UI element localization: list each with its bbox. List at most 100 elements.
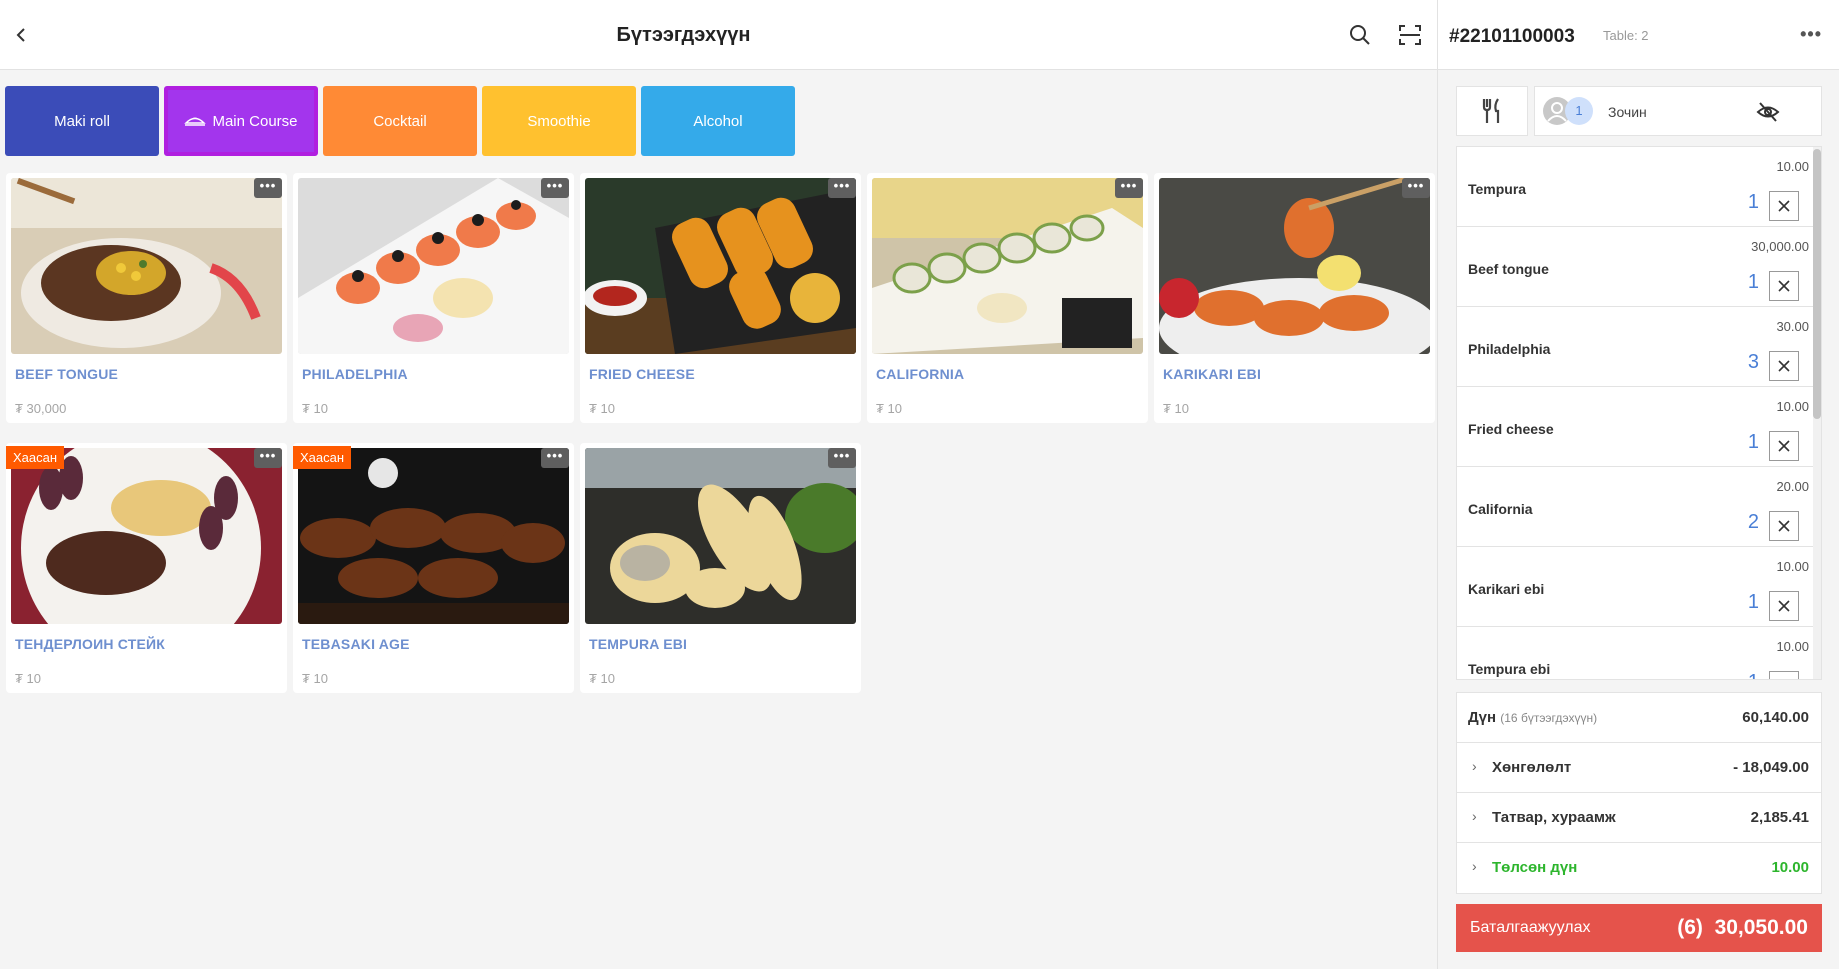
order-item[interactable]: 30,000.00 Beef tongue 1 xyxy=(1457,227,1821,307)
product-price: ₮ 10 xyxy=(302,401,329,416)
product-name: TEMPURA EBI xyxy=(589,636,688,652)
more-options-button[interactable]: ••• xyxy=(254,178,282,198)
category-main-course[interactable]: Main Course xyxy=(164,86,318,156)
category-cocktail[interactable]: Cocktail xyxy=(323,86,477,156)
order-item[interactable]: 20.00 California 2 xyxy=(1457,467,1821,547)
order-item[interactable]: 10.00 Fried cheese 1 xyxy=(1457,387,1821,467)
category-smoothie[interactable]: Smoothie xyxy=(482,86,636,156)
item-price: 10.00 xyxy=(1776,639,1809,654)
product-price: ₮ 30,000 xyxy=(15,401,67,416)
remove-item-button[interactable] xyxy=(1769,191,1799,221)
order-items-list: 10.00 Tempura 1 30,000.00 Beef tongue 1 … xyxy=(1456,146,1822,680)
remove-item-button[interactable] xyxy=(1769,591,1799,621)
product-card[interactable]: Хаасан ••• TEBASAKI AGE ₮ 10 xyxy=(293,443,574,693)
subtotal-row: Дүн (16 бүтээгдэхүүн) 60,140.00 xyxy=(1457,693,1821,743)
product-card[interactable]: ••• BEEF TONGUE ₮ 30,000 xyxy=(6,173,287,423)
confirm-total: 30,050.00 xyxy=(1714,916,1808,939)
confirm-amount: (6) 30,050.00 xyxy=(1677,916,1808,940)
remove-item-button[interactable] xyxy=(1769,271,1799,301)
order-header: #22101100003 Table: 2 ••• xyxy=(1438,0,1839,70)
close-icon xyxy=(1777,679,1791,680)
scrollbar[interactable] xyxy=(1813,147,1821,679)
product-name: PHILADELPHIA xyxy=(302,366,408,382)
item-quantity[interactable]: 1 xyxy=(1748,671,1759,679)
chevron-right-icon: › xyxy=(1472,808,1477,824)
order-item[interactable]: 10.00 Tempura ebi 1 xyxy=(1457,627,1821,680)
product-image xyxy=(872,178,1143,354)
remove-item-button[interactable] xyxy=(1769,671,1799,680)
more-options-button[interactable]: ••• xyxy=(541,178,569,198)
order-item[interactable]: 30.00 Philadelphia 3 xyxy=(1457,307,1821,387)
item-name: Tempura xyxy=(1468,181,1527,197)
item-name: Philadelphia xyxy=(1468,341,1551,357)
order-item[interactable]: 10.00 Karikari ebi 1 xyxy=(1457,547,1821,627)
more-options-button[interactable]: ••• xyxy=(828,178,856,198)
product-image xyxy=(1159,178,1430,354)
confirm-label: Баталгаажуулах xyxy=(1470,919,1591,936)
tax-value: 2,185.41 xyxy=(1750,809,1809,826)
product-price: ₮ 10 xyxy=(15,671,42,686)
top-bar: Бүтээгдэхүүн xyxy=(0,0,1437,70)
order-menu-button[interactable]: ••• xyxy=(1800,24,1822,45)
confirm-button[interactable]: Баталгаажуулах (6) 30,050.00 xyxy=(1456,904,1822,952)
search-button[interactable] xyxy=(1347,22,1373,48)
product-card[interactable]: ••• CALIFORNIA ₮ 10 xyxy=(867,173,1148,423)
more-options-button[interactable]: ••• xyxy=(254,448,282,468)
item-price: 30.00 xyxy=(1776,319,1809,334)
hide-button[interactable] xyxy=(1755,99,1781,125)
item-quantity[interactable]: 1 xyxy=(1748,591,1759,614)
product-price: ₮ 10 xyxy=(589,671,616,686)
close-icon xyxy=(1778,360,1790,372)
subtotal-value: 60,140.00 xyxy=(1742,709,1809,726)
search-icon xyxy=(1350,25,1370,45)
remove-item-button[interactable] xyxy=(1769,511,1799,541)
item-quantity[interactable]: 3 xyxy=(1748,351,1759,374)
item-name: Fried cheese xyxy=(1468,421,1554,437)
item-quantity[interactable]: 1 xyxy=(1748,191,1759,214)
item-quantity[interactable]: 1 xyxy=(1748,431,1759,454)
item-name: California xyxy=(1468,501,1533,517)
product-name: KARIKARI EBI xyxy=(1163,366,1262,382)
more-options-button[interactable]: ••• xyxy=(1402,178,1430,198)
scrollbar-thumb[interactable] xyxy=(1813,149,1821,419)
more-options-button[interactable]: ••• xyxy=(1115,178,1143,198)
confirm-count: (6) xyxy=(1677,916,1703,939)
product-card[interactable]: ••• TEMPURA EBI ₮ 10 xyxy=(580,443,861,693)
item-price: 20.00 xyxy=(1776,479,1809,494)
closed-badge: Хаасан xyxy=(6,446,65,469)
more-options-button[interactable]: ••• xyxy=(828,448,856,468)
item-quantity[interactable]: 2 xyxy=(1748,511,1759,534)
discount-row[interactable]: › Хөнгөлөлт - 18,049.00 xyxy=(1457,743,1821,793)
product-image xyxy=(585,178,856,354)
tax-row[interactable]: › Татвар, хураамж 2,185.41 xyxy=(1457,793,1821,843)
remove-item-button[interactable] xyxy=(1769,431,1799,461)
product-card[interactable]: ••• KARIKARI EBI ₮ 10 xyxy=(1154,173,1435,423)
close-icon xyxy=(1778,200,1790,212)
more-options-button[interactable]: ••• xyxy=(541,448,569,468)
item-quantity[interactable]: 1 xyxy=(1748,271,1759,294)
order-item[interactable]: 10.00 Tempura 1 xyxy=(1457,147,1821,227)
product-image xyxy=(298,448,569,624)
order-number: #22101100003 xyxy=(1449,26,1575,47)
paid-row[interactable]: › Төлсөн дүн 10.00 xyxy=(1457,843,1821,893)
item-price: 10.00 xyxy=(1776,159,1809,174)
item-price: 10.00 xyxy=(1776,399,1809,414)
guest-selector[interactable]: 1 Зочин xyxy=(1534,86,1822,136)
product-card[interactable]: Хаасан ••• ТЕНДЕРЛОИН СТЕЙК ₮ 10 xyxy=(6,443,287,693)
product-card[interactable]: ••• FRIED CHEESE ₮ 10 xyxy=(580,173,861,423)
scan-button[interactable] xyxy=(1397,22,1423,48)
product-image xyxy=(585,448,856,624)
product-name: ТЕНДЕРЛОИН СТЕЙК xyxy=(15,636,166,652)
category-label: Main Course xyxy=(212,112,298,130)
product-grid: ••• BEEF TONGUE ₮ 30,000 ••• PHILADELPHI… xyxy=(6,173,1435,693)
remove-item-button[interactable] xyxy=(1769,351,1799,381)
item-name: Tempura ebi xyxy=(1468,661,1551,677)
product-card[interactable]: ••• PHILADELPHIA ₮ 10 xyxy=(293,173,574,423)
product-name: CALIFORNIA xyxy=(876,366,965,382)
item-price: 30,000.00 xyxy=(1751,239,1809,254)
dine-in-button[interactable] xyxy=(1456,86,1528,136)
category-alcohol[interactable]: Alcohol xyxy=(641,86,795,156)
guest-count: 1 xyxy=(1565,97,1593,125)
category-maki-roll[interactable]: Maki roll xyxy=(5,86,159,156)
discount-value: - 18,049.00 xyxy=(1733,759,1809,776)
